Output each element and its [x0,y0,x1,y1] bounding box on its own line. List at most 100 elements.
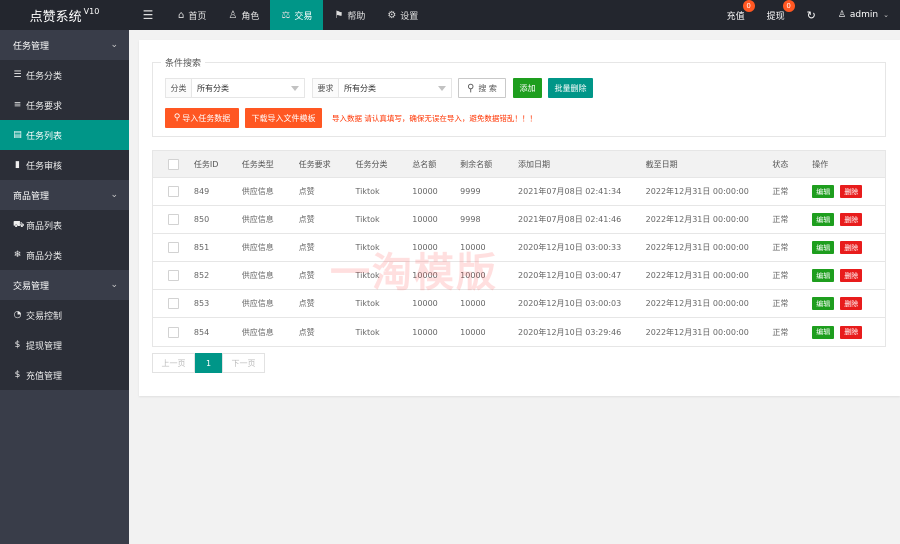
app-title: 点赞系统 [29,9,82,25]
sidebar-item[interactable]: ≡ 任务要求 [0,90,129,120]
task-table: 任务ID 任务类型 任务要求 任务分类 总名额 剩余名额 添加日期 截至日期 状… [152,150,886,347]
requirement-select-box[interactable]: 所有分类 [339,79,451,97]
row-checkbox[interactable] [153,186,194,197]
table-cell: 9999 [460,187,481,196]
select-all-checkbox[interactable] [153,158,194,170]
table-cell: 供应信息 [241,215,274,224]
import-button[interactable]: ⚲ 导入任务数据 [165,108,239,128]
prev-page-button[interactable]: 上一页 [152,353,195,373]
table-cell: 9998 [460,215,481,224]
topnav-item[interactable]: ⌂ 首页 [167,0,217,30]
col-header: 状态 [772,159,789,169]
table-cell: 点赞 [298,327,315,337]
row-checkbox[interactable] [153,298,194,309]
search-button[interactable]: ⚲ 搜 索 [458,78,506,98]
sidebar-item[interactable]: ▤ 任务列表 [0,120,129,150]
sidebar-group[interactable]: 任务管理 ⌄ [0,30,129,60]
col-header: 任务ID [193,159,219,169]
row-actions: 编辑 删除 [812,325,885,339]
col-header: 添加日期 [518,159,551,169]
delete-button[interactable]: 删除 [840,297,863,310]
topnav-item[interactable]: ♙ 角色 [217,0,270,30]
nav-label: 设置 [400,11,419,22]
edit-button[interactable]: 编辑 [812,241,835,254]
sidebar-item-icon: ▤ [13,130,22,140]
table-cell: 10000 [412,215,438,224]
sidebar-item[interactable]: ❄ 商品分类 [0,240,129,270]
sidebar: 任务管理 ⌄ ☰ 任务分类 ≡ 任务要求 ▤ 任务列表 ▮ 任务审核 商品管理 ⌄ ⛟ 商品列表 ❄ 商品分类… [0,30,129,544]
requirement-select[interactable]: 要求 所有分类 [312,78,452,98]
sidebar-item-label: 任务审核 [26,161,63,172]
row-checkbox[interactable] [153,326,194,338]
sidebar-item[interactable]: ◔ 交易控制 [0,300,129,330]
table-cell: 851 [193,243,210,252]
user-menu[interactable]: ♙ admin ⌄ [827,0,900,30]
sidebar-group[interactable]: 商品管理 ⌄ [0,180,129,210]
search-icon: ⚲ [467,82,475,94]
chevron-down-icon: ⌄ [110,190,118,200]
sidebar-item-icon: $ [14,340,21,350]
row-actions: 编辑 删除 [812,213,885,226]
current-page-button[interactable]: 1 [195,353,222,373]
sidebar-item[interactable]: ☰ 任务分类 [0,60,129,90]
sidebar-item-icon: $ [14,370,21,380]
row-checkbox[interactable] [153,214,194,225]
category-select-box[interactable]: 所有分类 [192,79,304,97]
row-actions: 编辑 删除 [812,241,885,254]
sidebar-item[interactable]: $ 提现管理 [0,330,129,360]
row-actions: 编辑 删除 [812,185,885,198]
delete-button[interactable]: 删除 [840,325,863,339]
add-button[interactable]: 添加 [513,78,542,98]
recharge-label: 充值 [726,11,745,22]
chevron-down-icon: ⌄ [883,11,889,19]
sidebar-item[interactable]: $ 充值管理 [0,360,129,390]
edit-button[interactable]: 编辑 [812,297,835,310]
category-select[interactable]: 分类 所有分类 [165,78,305,98]
sidebar-item[interactable]: ▮ 任务审核 [0,150,129,180]
edit-button[interactable]: 编辑 [812,325,835,339]
edit-button[interactable]: 编辑 [812,269,835,282]
menu-toggle-icon[interactable]: ☰ [129,0,167,30]
row-actions: 编辑 删除 [812,269,885,282]
recharge-link[interactable]: 充值 0 [716,0,756,30]
col-header: 任务要求 [298,159,331,169]
user-icon: ♙ [837,10,846,20]
delete-button[interactable]: 删除 [840,269,863,282]
row-checkbox[interactable] [153,270,194,281]
sidebar-item[interactable]: ⛟ 商品列表 [0,210,129,240]
table-cell: 10000 [460,327,486,337]
sidebar-item-label: 交易控制 [26,311,63,322]
main-panel: 条件搜索 分类 所有分类 要求 所有分类 ⚲ 搜 索 添加 批量删除 ⚲ 导入任… [139,40,900,396]
table-row: 852 供应信息 点赞 Tiktok 10000 10000 2020年12月10日 03:… [153,262,885,290]
topnav-item[interactable]: ⚙ 设置 [376,0,429,30]
app-logo[interactable]: 点赞系统 V10 [0,0,129,30]
search-icon: ⚲ [173,113,181,123]
table-cell: 852 [193,271,210,280]
topnav-item[interactable]: ⚖ 交易 [270,0,324,30]
table-cell: 854 [193,327,210,337]
topnav-item[interactable]: ⚑ 帮助 [323,0,376,30]
refresh-icon[interactable]: ↻ [796,0,827,30]
delete-button[interactable]: 删除 [840,241,863,254]
search-button-label: 搜 索 [478,83,497,93]
withdraw-link[interactable]: 提现 0 [756,0,796,30]
col-header: 任务类型 [241,159,274,169]
table-cell: 点赞 [298,187,315,196]
edit-button[interactable]: 编辑 [812,185,835,198]
edit-button[interactable]: 编辑 [812,213,835,226]
right-nav: 充值 0 提现 0 ↻ ♙ admin ⌄ [716,0,900,30]
batch-delete-button[interactable]: 批量删除 [548,78,593,98]
nav-icon: ⌂ [178,9,185,21]
table-cell: 正常 [772,187,789,196]
delete-button[interactable]: 删除 [840,213,863,226]
sidebar-group[interactable]: 交易管理 ⌄ [0,270,129,300]
user-name: admin [849,10,879,20]
table-cell: 供应信息 [241,187,274,196]
nav-label: 首页 [188,11,207,22]
row-checkbox[interactable] [153,242,194,253]
next-page-button[interactable]: 下一页 [222,353,265,373]
delete-button[interactable]: 删除 [840,185,863,198]
download-template-button[interactable]: 下载导入文件模板 [245,108,322,128]
table-cell: 2022年12月31日 00:00:00 [645,215,749,224]
table-row: 853 供应信息 点赞 Tiktok 10000 10000 2020年12月10日 03:… [153,290,885,318]
